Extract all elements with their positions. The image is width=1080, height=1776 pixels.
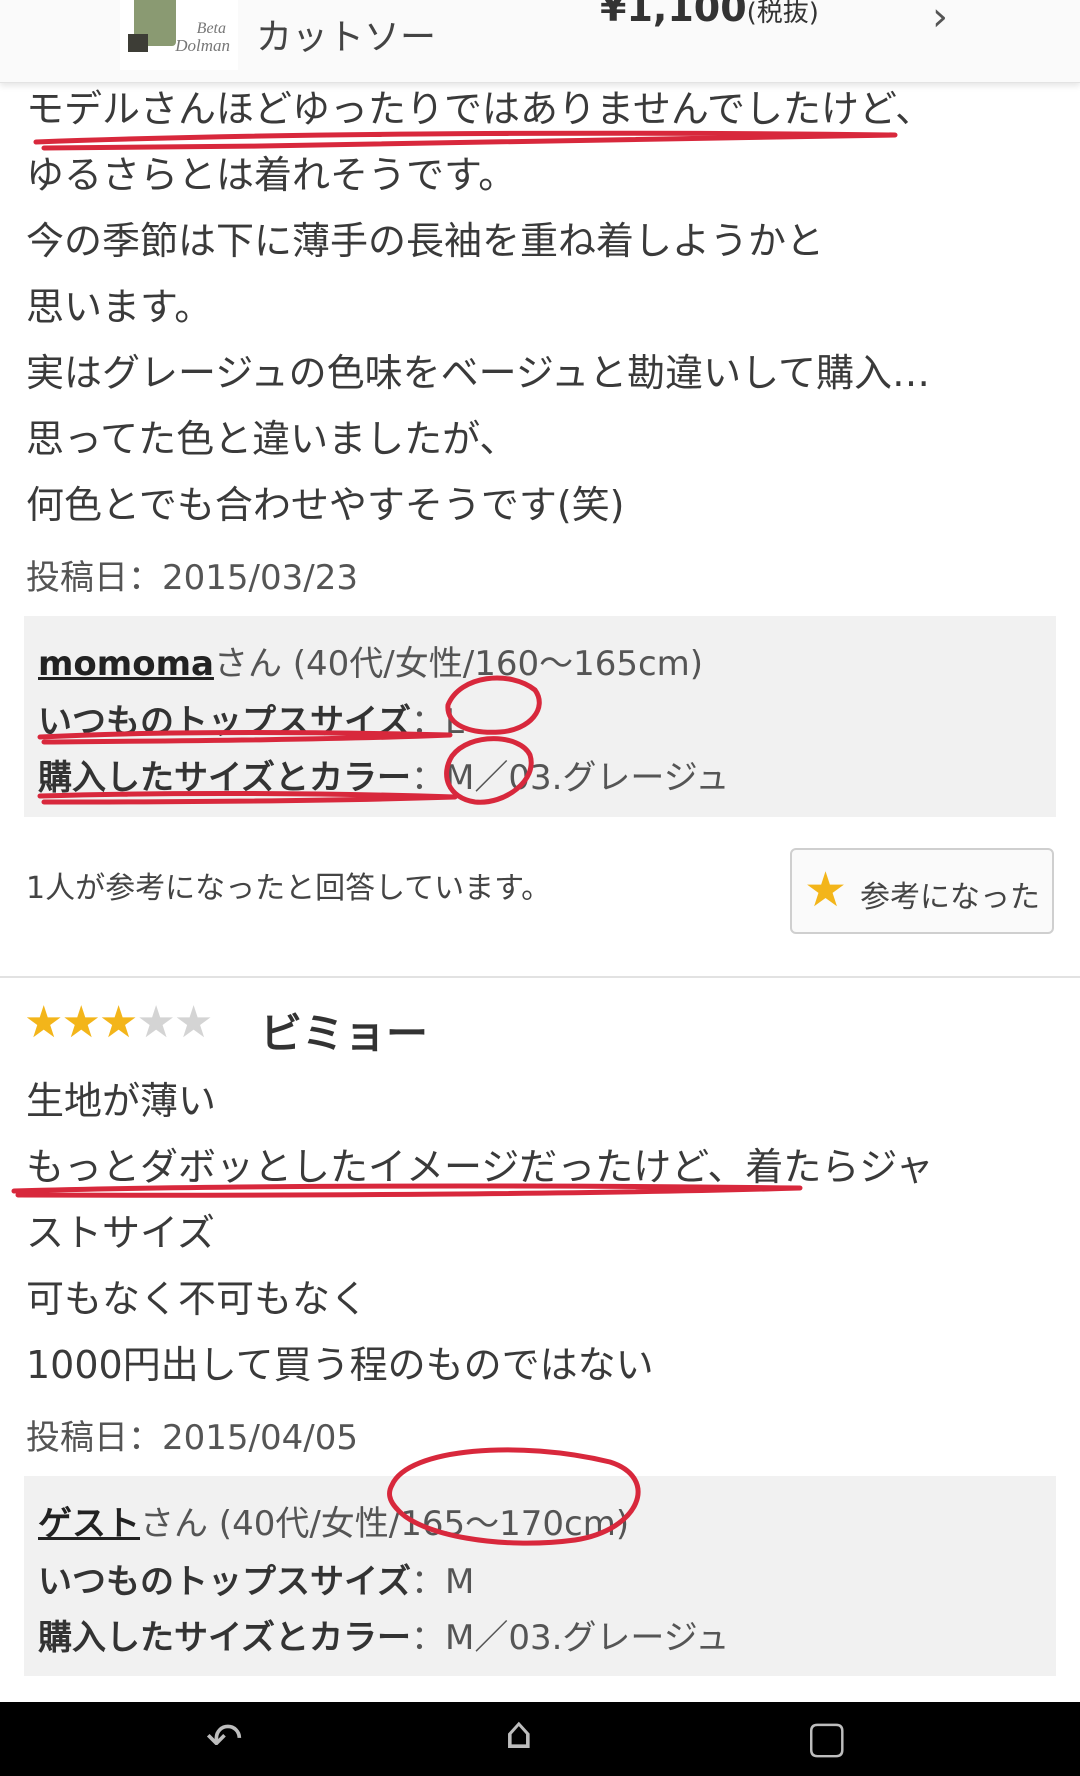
review2-username-link[interactable]: ゲスト bbox=[38, 1504, 140, 1544]
review2-line: 可もなく不可もなく bbox=[26, 1277, 369, 1321]
review1-username-link[interactable]: momoma bbox=[38, 644, 214, 684]
star-filled-icon: ★ bbox=[24, 997, 63, 1048]
helpful-button-label: 参考になった bbox=[860, 880, 1040, 915]
review2-line: ストサイズ bbox=[26, 1211, 215, 1255]
review-divider bbox=[0, 976, 1080, 978]
product-price: ¥1,100(税抜) bbox=[600, 0, 819, 30]
star-empty-icon: ★ bbox=[136, 997, 175, 1048]
star-filled-icon: ★ bbox=[61, 997, 100, 1048]
bought-size-value: ：M／03.グレージュ bbox=[410, 1618, 730, 1658]
review1-line: 何色とでも合わせやすそうです(笑) bbox=[26, 483, 625, 527]
product-name: カットソー bbox=[256, 17, 437, 58]
review2-user-line: ゲストさん (40代/女性/165～170cm) bbox=[38, 1496, 629, 1545]
home-icon[interactable]: ⌂ bbox=[505, 1712, 533, 1756]
chevron-right-icon[interactable]: › bbox=[932, 0, 948, 40]
review1-line: ゆるさらとは着れそうです。 bbox=[26, 153, 517, 197]
review2-rating: ★★★★★ bbox=[24, 997, 213, 1048]
helpful-count-text: 1人が参考になったと回答しています。 bbox=[26, 871, 552, 906]
star-empty-icon: ★ bbox=[173, 997, 213, 1048]
back-icon[interactable]: ↶ bbox=[206, 1718, 243, 1762]
review2-title: ビミョー bbox=[260, 1009, 429, 1058]
review1-line: 思ってた色と違いましたが、 bbox=[26, 417, 518, 461]
review2-post-date: 投稿日：2015/04/05 bbox=[26, 1418, 358, 1458]
bought-size-label: 購入したサイズとカラー bbox=[38, 1618, 411, 1658]
thumbnail-logo-line2: Dolman bbox=[175, 36, 230, 55]
review2-bought-size: 購入したサイズとカラー：M／03.グレージュ bbox=[38, 1610, 729, 1659]
review2-line: 生地が薄い bbox=[26, 1079, 217, 1123]
review2-usual-size: いつものトップスサイズ：M bbox=[38, 1554, 474, 1603]
product-thumbnail[interactable]: Beta Dolman bbox=[120, 0, 238, 70]
star-icon: ★ bbox=[804, 862, 848, 918]
review1-user-info: momomaさん (40代/女性/160～165cm) いつものトップスサイズ：… bbox=[24, 616, 1056, 817]
review2-user-profile: さん (40代/女性/165～170cm) bbox=[140, 1504, 630, 1544]
review1-bought-size: 購入したサイズとカラー：M／03.グレージュ bbox=[38, 750, 729, 799]
star-filled-icon: ★ bbox=[98, 997, 138, 1048]
price-value: ¥1,100 bbox=[600, 0, 747, 30]
review2-user-info: ゲストさん (40代/女性/165～170cm) いつものトップスサイズ：M 購… bbox=[24, 1476, 1056, 1676]
usual-size-value: ：L bbox=[410, 702, 464, 742]
bought-size-value: ：M／03.グレージュ bbox=[410, 758, 730, 798]
system-navigation-bar: ↶ ⌂ ▢ bbox=[0, 1702, 1080, 1776]
product-header[interactable]: Beta Dolman カットソー ¥1,100(税抜) › bbox=[0, 0, 1080, 83]
usual-size-value: ：M bbox=[410, 1562, 475, 1602]
review1-line: 今の季節は下に薄手の長袖を重ね着しようかと bbox=[26, 219, 825, 263]
helpful-button[interactable]: ★ 参考になった bbox=[790, 848, 1054, 934]
review1-post-date: 投稿日：2015/03/23 bbox=[26, 558, 358, 598]
review1-line: モデルさんほどゆったりではありませんでしたけど、 bbox=[26, 87, 934, 131]
product-image-shadow bbox=[128, 34, 148, 52]
recent-apps-icon[interactable]: ▢ bbox=[806, 1716, 848, 1760]
bought-size-label: 購入したサイズとカラー bbox=[38, 758, 411, 798]
review1-usual-size: いつものトップスサイズ：L bbox=[38, 694, 464, 743]
review1-line: 実はグレージュの色味をベージュと勘違いして購入… bbox=[26, 351, 931, 395]
usual-size-label: いつものトップスサイズ bbox=[38, 702, 411, 742]
review1-user-profile: さん (40代/女性/160～165cm) bbox=[213, 644, 704, 684]
review1-line: 思います。 bbox=[26, 285, 213, 329]
review2-line: 1000円出して買う程のものではない bbox=[26, 1343, 654, 1387]
review2-body: 生地が薄い もっとダボッとしたイメージだったけど、着たらジャ ストサイズ 可もな… bbox=[26, 1068, 933, 1398]
review1-user-line: momomaさん (40代/女性/160～165cm) bbox=[38, 636, 703, 685]
review1-body: モデルさんほどゆったりではありませんでしたけど、 ゆるさらとは着れそうです。 今… bbox=[26, 76, 933, 538]
price-tax-note: (税抜) bbox=[746, 0, 819, 28]
review2-line: もっとダボッとしたイメージだったけど、着たらジャ bbox=[26, 1145, 934, 1189]
usual-size-label: いつものトップスサイズ bbox=[38, 1562, 411, 1602]
